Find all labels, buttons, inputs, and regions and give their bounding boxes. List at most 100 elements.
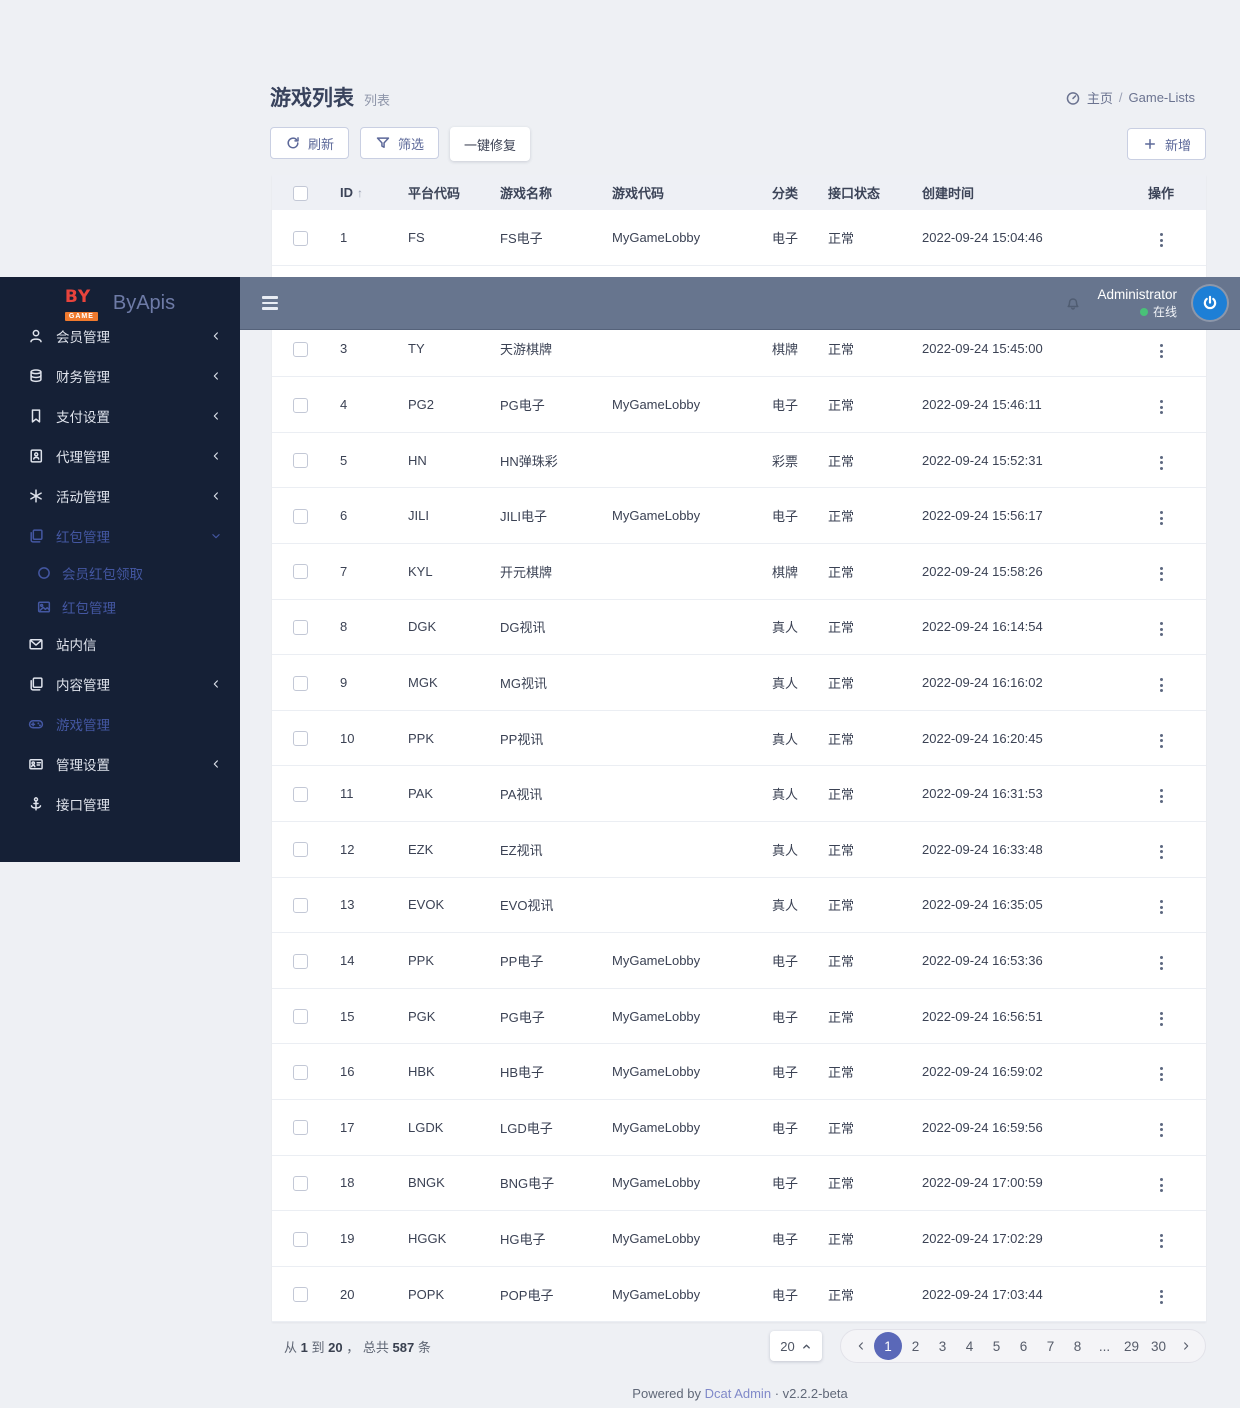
vertical-dots-icon[interactable] xyxy=(1154,674,1169,696)
pager-page[interactable]: 7 xyxy=(1037,1332,1064,1360)
vertical-dots-icon[interactable] xyxy=(1154,563,1169,585)
vertical-dots-icon[interactable] xyxy=(1154,452,1169,474)
row-checkbox[interactable] xyxy=(293,787,308,802)
page-size-select[interactable]: 20 xyxy=(770,1331,822,1361)
table-row: 19HGGKHG电子MyGameLobby电子正常2022-09-24 17:0… xyxy=(272,1211,1206,1267)
pager-page[interactable]: 6 xyxy=(1010,1332,1037,1360)
filter-button[interactable]: 筛选 xyxy=(360,127,439,159)
hamburger-icon[interactable] xyxy=(258,292,282,313)
table-row: 4PG2PG电子MyGameLobby电子正常2022-09-24 15:46:… xyxy=(272,377,1206,433)
row-checkbox[interactable] xyxy=(293,954,308,969)
vertical-dots-icon[interactable] xyxy=(1154,1230,1169,1252)
col-header-name: 游戏名称 xyxy=(488,175,600,210)
user-block[interactable]: Administrator 在线 xyxy=(1097,286,1177,320)
sidebar-item-copy[interactable]: 红包管理 xyxy=(0,516,240,556)
select-all-checkbox[interactable] xyxy=(293,186,308,201)
cell-platform: FS xyxy=(396,210,488,266)
cell-platform: BNGK xyxy=(396,1155,488,1211)
vertical-dots-icon[interactable] xyxy=(1154,1286,1169,1308)
pager-ellipsis[interactable]: ... xyxy=(1091,1332,1118,1360)
sidebar-item-database[interactable]: 财务管理 xyxy=(0,356,240,396)
avatar[interactable] xyxy=(1193,286,1227,320)
cell-platform: PG2 xyxy=(396,377,488,433)
pager-page[interactable]: 5 xyxy=(983,1332,1010,1360)
row-checkbox[interactable] xyxy=(293,1176,308,1191)
pager-page[interactable]: 3 xyxy=(929,1332,956,1360)
row-checkbox[interactable] xyxy=(293,1065,308,1080)
add-button[interactable]: 新增 xyxy=(1127,128,1206,160)
table-row: 20POPKPOP电子MyGameLobby电子正常2022-09-24 17:… xyxy=(272,1266,1206,1322)
breadcrumb-home[interactable]: 主页 xyxy=(1087,88,1113,107)
sidebar-item-bookmark[interactable]: 支付设置 xyxy=(0,396,240,436)
row-checkbox[interactable] xyxy=(293,342,308,357)
cell-status: 正常 xyxy=(816,1266,910,1322)
row-checkbox[interactable] xyxy=(293,509,308,524)
cell-id: 17 xyxy=(328,1100,396,1156)
pager-page[interactable]: 30 xyxy=(1145,1332,1172,1360)
cell-created: 2022-09-24 16:35:05 xyxy=(910,877,1116,933)
vertical-dots-icon[interactable] xyxy=(1154,396,1169,418)
vertical-dots-icon[interactable] xyxy=(1154,618,1169,640)
pager-page[interactable]: 8 xyxy=(1064,1332,1091,1360)
vertical-dots-icon[interactable] xyxy=(1154,841,1169,863)
row-checkbox[interactable] xyxy=(293,842,308,857)
sidebar-item-asterisk[interactable]: 活动管理 xyxy=(0,476,240,516)
row-checkbox[interactable] xyxy=(293,1287,308,1302)
vertical-dots-icon[interactable] xyxy=(1154,1119,1169,1141)
pager-page[interactable]: 29 xyxy=(1118,1332,1145,1360)
vertical-dots-icon[interactable] xyxy=(1154,785,1169,807)
vertical-dots-icon[interactable] xyxy=(1154,340,1169,362)
cell-name: EVO视讯 xyxy=(488,877,600,933)
page-title: 游戏列表 列表 xyxy=(270,82,390,112)
page-title-text: 游戏列表 xyxy=(270,82,354,112)
sidebar-item-address-book[interactable]: 代理管理 xyxy=(0,436,240,476)
vertical-dots-icon[interactable] xyxy=(1154,952,1169,974)
vertical-dots-icon[interactable] xyxy=(1154,1063,1169,1085)
row-checkbox[interactable] xyxy=(293,898,308,913)
vertical-dots-icon[interactable] xyxy=(1154,1008,1169,1030)
sidebar-subitem[interactable]: 会员红包领取 xyxy=(0,556,240,590)
cell-name: HG电子 xyxy=(488,1211,600,1267)
col-header-id[interactable]: ID↑ xyxy=(328,175,396,210)
row-checkbox[interactable] xyxy=(293,1120,308,1135)
vertical-dots-icon[interactable] xyxy=(1154,896,1169,918)
row-checkbox[interactable] xyxy=(293,453,308,468)
sidebar-subitem[interactable]: 红包管理 xyxy=(0,590,240,624)
refresh-button[interactable]: 刷新 xyxy=(270,127,349,159)
cell-name: PP视讯 xyxy=(488,710,600,766)
cell-checkbox xyxy=(272,655,328,711)
cell-op xyxy=(1116,1044,1206,1100)
vertical-dots-icon[interactable] xyxy=(1154,507,1169,529)
row-checkbox[interactable] xyxy=(293,231,308,246)
cell-code xyxy=(600,544,760,600)
pager-next[interactable] xyxy=(1172,1332,1199,1360)
row-checkbox[interactable] xyxy=(293,731,308,746)
table-row: 7KYL开元棋牌棋牌正常2022-09-24 15:58:26 xyxy=(272,544,1206,600)
pager-prev[interactable] xyxy=(847,1332,874,1360)
row-checkbox[interactable] xyxy=(293,676,308,691)
footer-dcat-link[interactable]: Dcat Admin xyxy=(705,1386,771,1401)
one-click-fix-button[interactable]: 一键修复 xyxy=(450,127,530,161)
vertical-dots-icon[interactable] xyxy=(1154,730,1169,752)
sidebar-item-anchor[interactable]: 接口管理 xyxy=(0,784,240,824)
sidebar-item-gamepad[interactable]: 游戏管理 xyxy=(0,704,240,744)
row-checkbox[interactable] xyxy=(293,1232,308,1247)
row-checkbox[interactable] xyxy=(293,398,308,413)
sidebar-item-user[interactable]: 会员管理 xyxy=(0,316,240,356)
arrow-up-icon[interactable]: ↑ xyxy=(357,186,363,200)
pager-page[interactable]: 2 xyxy=(902,1332,929,1360)
sidebar-item-copy[interactable]: 内容管理 xyxy=(0,664,240,704)
row-checkbox[interactable] xyxy=(293,1009,308,1024)
pager-page[interactable]: 4 xyxy=(956,1332,983,1360)
vertical-dots-icon[interactable] xyxy=(1154,1174,1169,1196)
sidebar-item-label: 接口管理 xyxy=(56,794,110,814)
row-checkbox[interactable] xyxy=(293,564,308,579)
bell-icon[interactable] xyxy=(1065,295,1081,311)
table-header-row: ID↑ 平台代码 游戏名称 游戏代码 分类 接口状态 创建时间 操作 xyxy=(272,175,1206,210)
sidebar-item-id-card[interactable]: 管理设置 xyxy=(0,744,240,784)
online-status: 在线 xyxy=(1097,304,1177,320)
sidebar-item-envelope[interactable]: 站内信 xyxy=(0,624,240,664)
row-checkbox[interactable] xyxy=(293,620,308,635)
pager-page[interactable]: 1 xyxy=(874,1332,902,1360)
vertical-dots-icon[interactable] xyxy=(1154,229,1169,251)
